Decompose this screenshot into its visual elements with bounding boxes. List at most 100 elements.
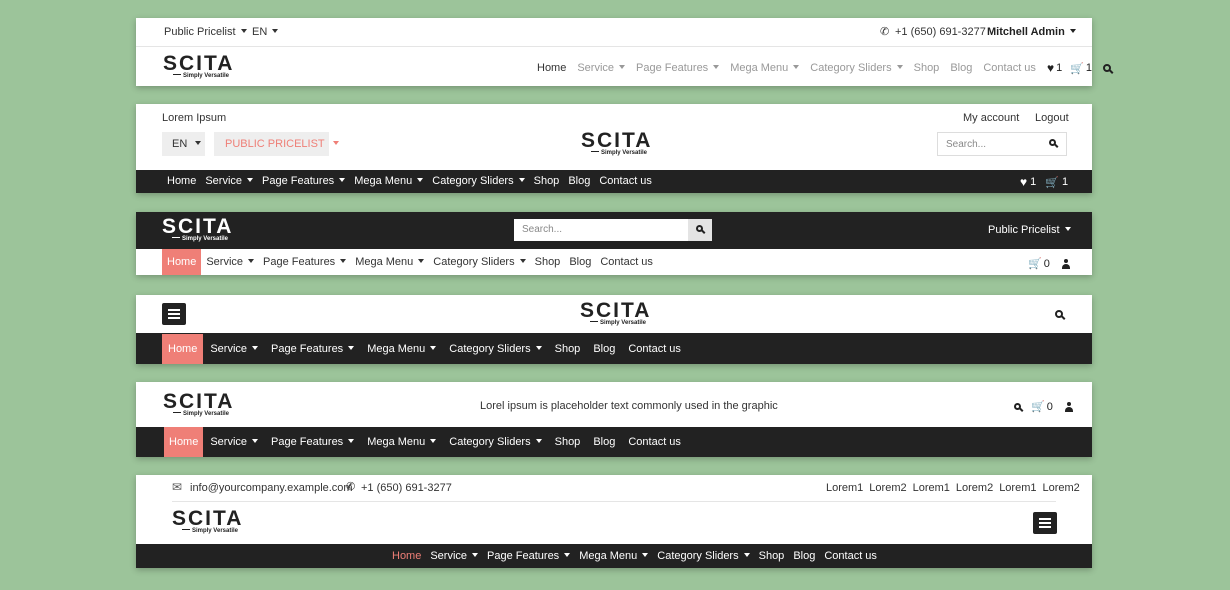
nav-mega-menu[interactable]: Mega Menu (367, 436, 436, 448)
user-icon[interactable] (1064, 401, 1073, 412)
nav-page-features[interactable]: Page Features (636, 62, 719, 74)
nav-page-features[interactable]: Page Features (262, 175, 345, 187)
nav-mega-menu[interactable]: Mega Menu (367, 343, 436, 355)
header-variant-2: Lorem Ipsum My account Logout EN PUBLIC … (136, 104, 1092, 193)
nav-service[interactable]: Service (210, 436, 258, 448)
nav-contact[interactable]: Contact us (824, 550, 877, 562)
search-icon[interactable] (1049, 139, 1056, 146)
top-links: Lorem1 Lorem2 Lorem1 Lorem2 Lorem1 Lorem… (826, 482, 1080, 494)
main-nav: Home Service Page Features Mega Menu Cat… (164, 427, 681, 457)
search-icon[interactable] (1103, 64, 1112, 72)
nav-service[interactable]: Service (205, 175, 253, 187)
nav-bar: Home Service Page Features Mega Menu Cat… (136, 427, 1092, 457)
nav-mega-menu[interactable]: Mega Menu (579, 550, 648, 562)
nav-page-features[interactable]: Page Features (271, 436, 354, 448)
nav-blog[interactable]: Blog (569, 256, 591, 268)
site-logo[interactable]: SCITA Simply Versatile (163, 53, 233, 80)
nav-category-sliders[interactable]: Category Sliders (432, 175, 524, 187)
search-input[interactable]: Search... (522, 224, 562, 235)
nav-blog[interactable]: Blog (593, 436, 615, 448)
nav-blog[interactable]: Blog (593, 343, 615, 355)
heart-icon[interactable]: ♥ (1020, 175, 1027, 189)
nav-home[interactable]: Home (167, 175, 196, 187)
pricelist-dropdown[interactable]: Public Pricelist (164, 26, 247, 38)
nav-category-sliders[interactable]: Category Sliders (449, 436, 541, 448)
nav-service[interactable]: Service (206, 256, 254, 268)
nav-mega-menu[interactable]: Mega Menu (730, 62, 799, 74)
phone-icon: ✆ (346, 481, 356, 493)
phone-number: +1 (650) 691-3277 (361, 482, 452, 494)
search-icon[interactable] (1055, 310, 1063, 318)
site-logo[interactable]: SCITA Simply Versatile (581, 130, 651, 157)
nav-contact[interactable]: Contact us (983, 62, 1036, 74)
nav-service[interactable]: Service (210, 343, 258, 355)
nav-page-features[interactable]: Page Features (271, 343, 354, 355)
site-logo[interactable]: SCITA Simply Versatile (172, 508, 242, 535)
site-logo[interactable]: SCITA Simply Versatile (580, 300, 650, 327)
search-box[interactable]: Search... (514, 219, 712, 241)
nav-home[interactable]: Home (162, 249, 202, 275)
cart-icon[interactable]: 🛒 (1045, 176, 1059, 189)
nav-home[interactable]: Home (162, 333, 204, 364)
nav-shop[interactable]: Shop (534, 175, 560, 187)
top-link[interactable]: Lorem1 (913, 482, 950, 494)
top-link[interactable]: Lorem1 (826, 482, 863, 494)
search-box[interactable]: Search... (937, 132, 1067, 156)
language-dropdown[interactable]: EN (252, 26, 278, 38)
nav-blog[interactable]: Blog (568, 175, 590, 187)
cart-icon[interactable]: 🛒 (1028, 257, 1042, 270)
nav-icons: ♥ 1 🛒 1 (1020, 175, 1068, 189)
nav-shop[interactable]: Shop (759, 550, 785, 562)
nav-category-sliders[interactable]: Category Sliders (449, 343, 541, 355)
user-icon[interactable] (1061, 258, 1070, 269)
nav-home[interactable]: Home (164, 427, 204, 457)
site-logo[interactable]: SCITA Simply Versatile (163, 391, 233, 418)
nav-shop[interactable]: Shop (555, 343, 581, 355)
top-link[interactable]: Lorem2 (956, 482, 993, 494)
nav-mega-menu[interactable]: Mega Menu (355, 256, 424, 268)
hamburger-menu-icon[interactable] (162, 303, 186, 325)
heart-icon[interactable]: ♥ (1047, 61, 1054, 75)
nav-page-features[interactable]: Page Features (263, 256, 346, 268)
nav-contact[interactable]: Contact us (599, 175, 652, 187)
top-link[interactable]: Lorem2 (1042, 482, 1079, 494)
nav-service[interactable]: Service (577, 62, 625, 74)
nav-shop[interactable]: Shop (914, 62, 940, 74)
top-link[interactable]: Lorem2 (869, 482, 906, 494)
nav-service[interactable]: Service (430, 550, 478, 562)
nav-contact[interactable]: Contact us (628, 343, 681, 355)
nav-contact[interactable]: Contact us (600, 256, 653, 268)
cart-icon[interactable]: 🛒 (1031, 400, 1045, 413)
nav-mega-menu[interactable]: Mega Menu (354, 175, 423, 187)
language-dropdown[interactable]: EN (162, 132, 205, 156)
hamburger-menu-icon[interactable] (1033, 512, 1057, 534)
site-logo[interactable]: SCITA Simply Versatile (162, 216, 232, 243)
my-account-link[interactable]: My account (963, 112, 1019, 124)
nav-category-sliders[interactable]: Category Sliders (810, 62, 902, 74)
search-button[interactable] (688, 219, 712, 241)
logout-link[interactable]: Logout (1035, 112, 1069, 124)
lorem-text: Lorem Ipsum (162, 112, 227, 124)
user-menu[interactable]: Mitchell Admin (987, 26, 1076, 38)
main-nav: Home Service Page Features Mega Menu Cat… (537, 61, 1112, 75)
nav-blog[interactable]: Blog (793, 550, 815, 562)
nav-category-sliders[interactable]: Category Sliders (433, 256, 525, 268)
main-nav: Home Service Page Features Mega Menu Cat… (162, 249, 653, 275)
divider (136, 46, 1092, 47)
cart-icon[interactable]: 🛒 (1070, 62, 1084, 75)
nav-home[interactable]: Home (537, 62, 566, 74)
nav-home[interactable]: Home (392, 550, 421, 562)
nav-page-features[interactable]: Page Features (487, 550, 570, 562)
nav-category-sliders[interactable]: Category Sliders (657, 550, 749, 562)
pricelist-dropdown[interactable]: Public Pricelist (988, 224, 1071, 236)
search-input[interactable]: Search... (946, 139, 986, 150)
nav-blog[interactable]: Blog (950, 62, 972, 74)
top-link[interactable]: Lorem1 (999, 482, 1036, 494)
nav-shop[interactable]: Shop (555, 436, 581, 448)
cart-count: 1 (1085, 62, 1093, 74)
pricelist-dropdown[interactable]: PUBLIC PRICELIST (214, 132, 329, 156)
contact-email[interactable]: info@yourcompany.example.com (190, 482, 353, 494)
search-icon[interactable] (1014, 403, 1021, 410)
nav-shop[interactable]: Shop (535, 256, 561, 268)
nav-contact[interactable]: Contact us (628, 436, 681, 448)
